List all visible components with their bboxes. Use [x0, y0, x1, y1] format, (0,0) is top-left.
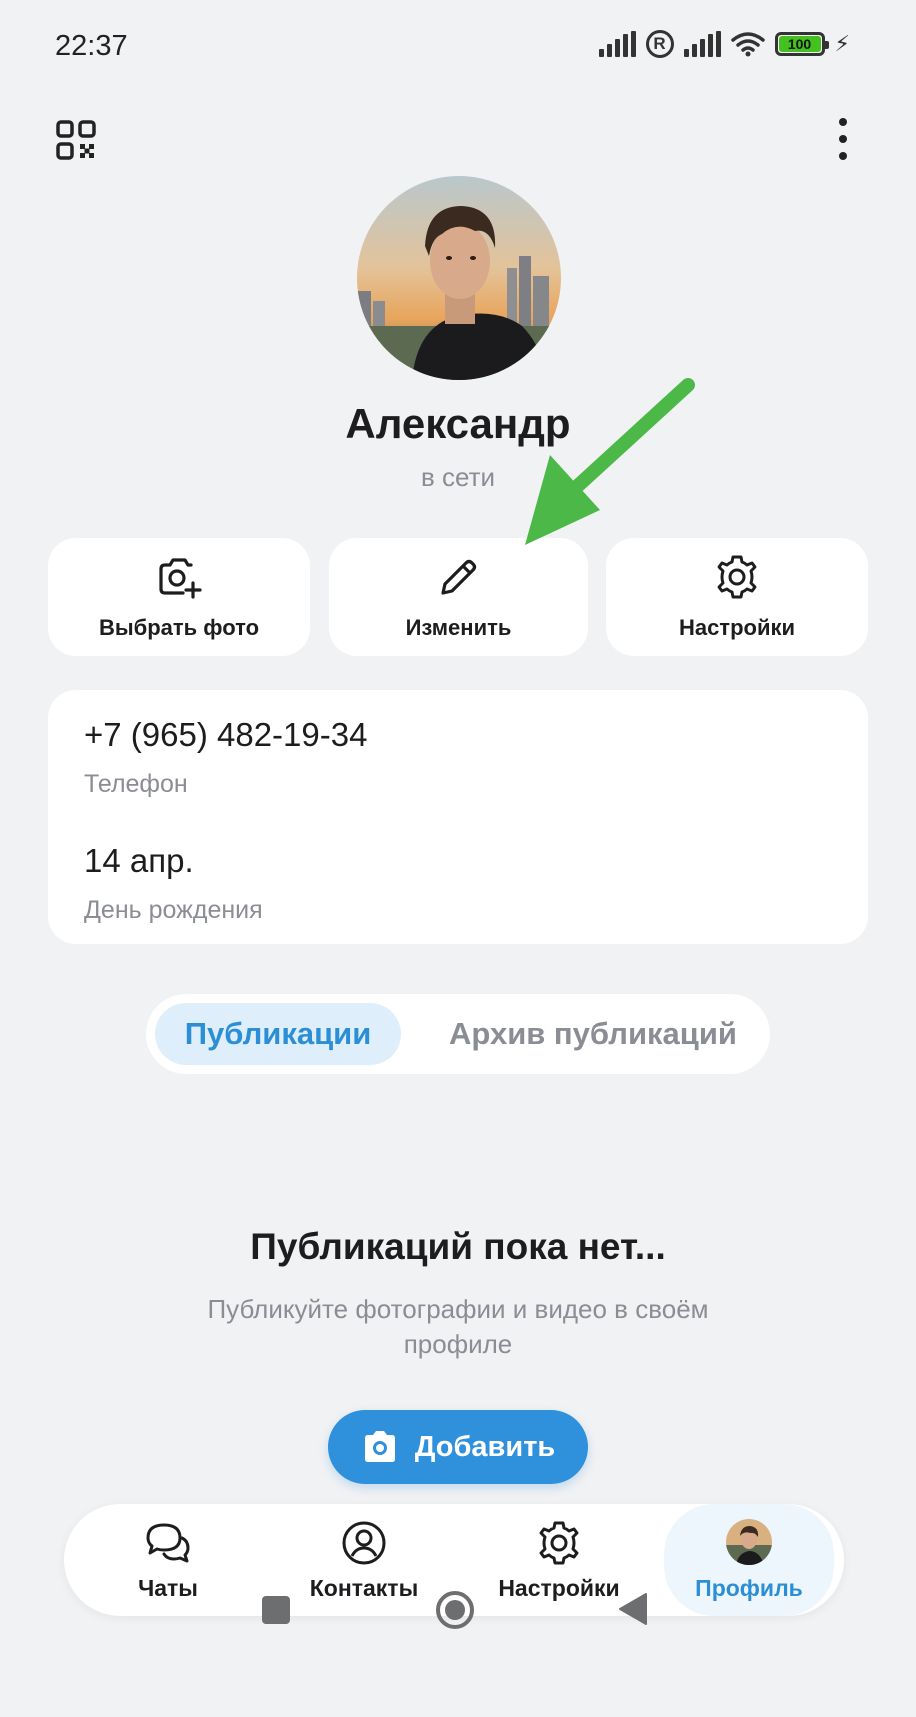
tab-publications[interactable]: Публикации: [155, 1003, 401, 1065]
add-button-label: Добавить: [414, 1430, 556, 1463]
nav-contacts[interactable]: Контакты: [284, 1504, 444, 1616]
settings-button[interactable]: Настройки: [606, 538, 868, 656]
empty-state-title: Публикаций пока нет...: [250, 1226, 666, 1267]
tab-archive[interactable]: Архив публикаций: [426, 1003, 760, 1065]
nav-profile[interactable]: Профиль: [664, 1504, 834, 1616]
gear-icon: [717, 555, 757, 599]
phone-caption: Телефон: [84, 770, 188, 798]
roaming-icon: R: [645, 30, 674, 58]
status-icons: R 100 ⚡: [598, 30, 850, 58]
camera-icon: [364, 1431, 395, 1462]
profile-avatar-small: [726, 1518, 772, 1565]
birthday-caption: День рождения: [84, 896, 263, 924]
edit-label: Изменить: [405, 615, 512, 640]
back-button[interactable]: [618, 1592, 648, 1626]
add-button[interactable]: Добавить: [328, 1410, 588, 1484]
choose-photo-label: Выбрать фото: [98, 615, 260, 640]
contact-icon: [342, 1521, 386, 1564]
publications-tabs: Публикации Архив публикаций: [146, 994, 770, 1074]
recent-apps-button[interactable]: [262, 1596, 290, 1624]
battery-level: 100: [778, 36, 821, 52]
wifi-icon: [730, 32, 765, 57]
gear-icon: [539, 1521, 579, 1564]
nav-chats[interactable]: Чаты: [98, 1504, 238, 1616]
settings-label: Настройки: [678, 615, 796, 640]
signal-icon: [598, 31, 636, 57]
phone-value[interactable]: +7 (965) 482-19-34: [84, 716, 367, 754]
birthday-value: 14 апр.: [84, 842, 194, 879]
nav-settings-label: Настройки: [498, 1574, 620, 1601]
status-time: 22:37: [55, 30, 128, 62]
chat-bubbles-icon: [146, 1523, 190, 1562]
battery-icon: 100: [774, 32, 829, 56]
annotation-arrow: [525, 378, 695, 545]
profile-name: Александр: [345, 400, 571, 447]
camera-plus-icon: [159, 558, 202, 599]
signal-icon-2: [683, 31, 721, 57]
online-status: в сети: [420, 462, 496, 492]
info-card: +7 (965) 482-19-34 Телефон 14 апр. День …: [48, 690, 868, 944]
charging-icon: ⚡: [834, 31, 850, 56]
pencil-icon: [440, 559, 476, 595]
profile-avatar[interactable]: [357, 176, 561, 380]
qr-code-icon[interactable]: [56, 120, 96, 160]
more-options-icon[interactable]: [838, 118, 848, 160]
nav-contacts-label: Контакты: [309, 1574, 419, 1601]
home-button[interactable]: [435, 1590, 475, 1630]
edit-button[interactable]: Изменить: [329, 538, 588, 656]
empty-state-description: Публикуйте фотографии и видео в своём пр…: [207, 1294, 709, 1359]
nav-profile-label: Профиль: [695, 1574, 803, 1601]
choose-photo-button[interactable]: Выбрать фото: [48, 538, 310, 656]
nav-chats-label: Чаты: [138, 1574, 198, 1601]
